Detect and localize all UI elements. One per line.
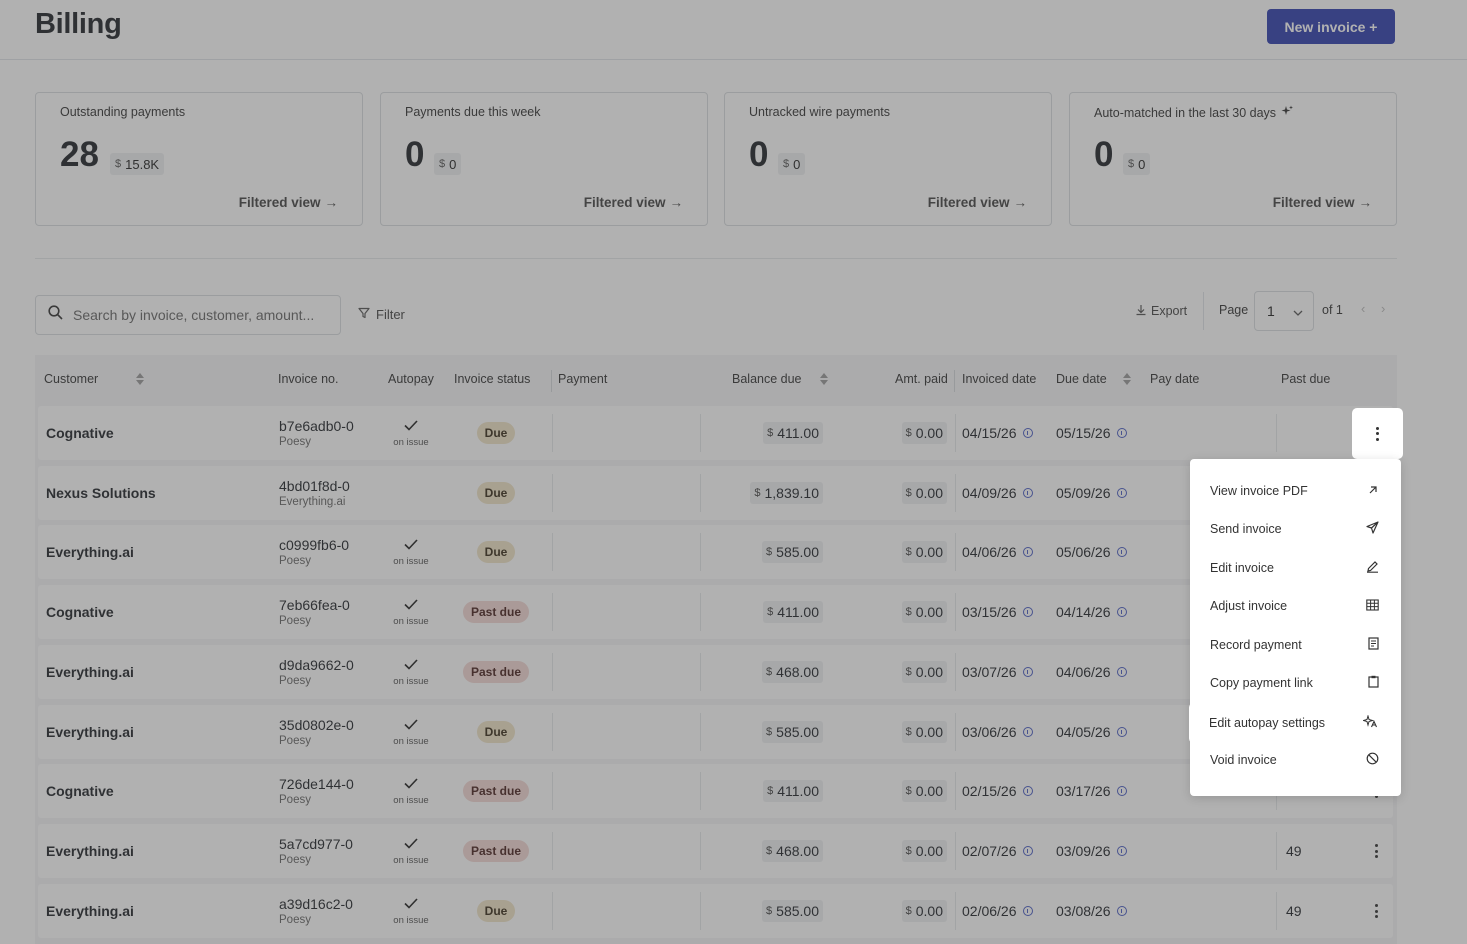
autopay-icon	[1361, 714, 1378, 731]
menu-item-copy-payment-link[interactable]: Copy payment link	[1190, 664, 1401, 702]
menu-item-adjust-invoice[interactable]: Adjust invoice	[1190, 587, 1401, 625]
void-icon	[1366, 752, 1379, 768]
pencil-icon	[1366, 560, 1379, 576]
table-icon	[1366, 598, 1379, 614]
menu-item-send-invoice[interactable]: Send invoice	[1190, 510, 1401, 548]
menu-item-view-invoice-pdf[interactable]: View invoice PDF	[1190, 472, 1401, 510]
row-actions-button-active[interactable]	[1352, 408, 1403, 459]
menu-item-void-invoice[interactable]: Void invoice	[1190, 741, 1401, 779]
receipt-icon	[1368, 637, 1379, 653]
menu-item-edit-autopay-settings[interactable]: Edit autopay settings	[1189, 702, 1398, 744]
menu-item-record-payment[interactable]: Record payment	[1190, 626, 1401, 664]
clipboard-icon	[1368, 675, 1379, 691]
send-icon	[1366, 521, 1379, 537]
row-actions-menu: View invoice PDF Send invoice Edit invoi…	[1190, 459, 1401, 796]
menu-item-edit-invoice[interactable]: Edit invoice	[1190, 549, 1401, 587]
kebab-icon	[1376, 426, 1379, 441]
arrow-up-right-icon	[1367, 484, 1379, 499]
